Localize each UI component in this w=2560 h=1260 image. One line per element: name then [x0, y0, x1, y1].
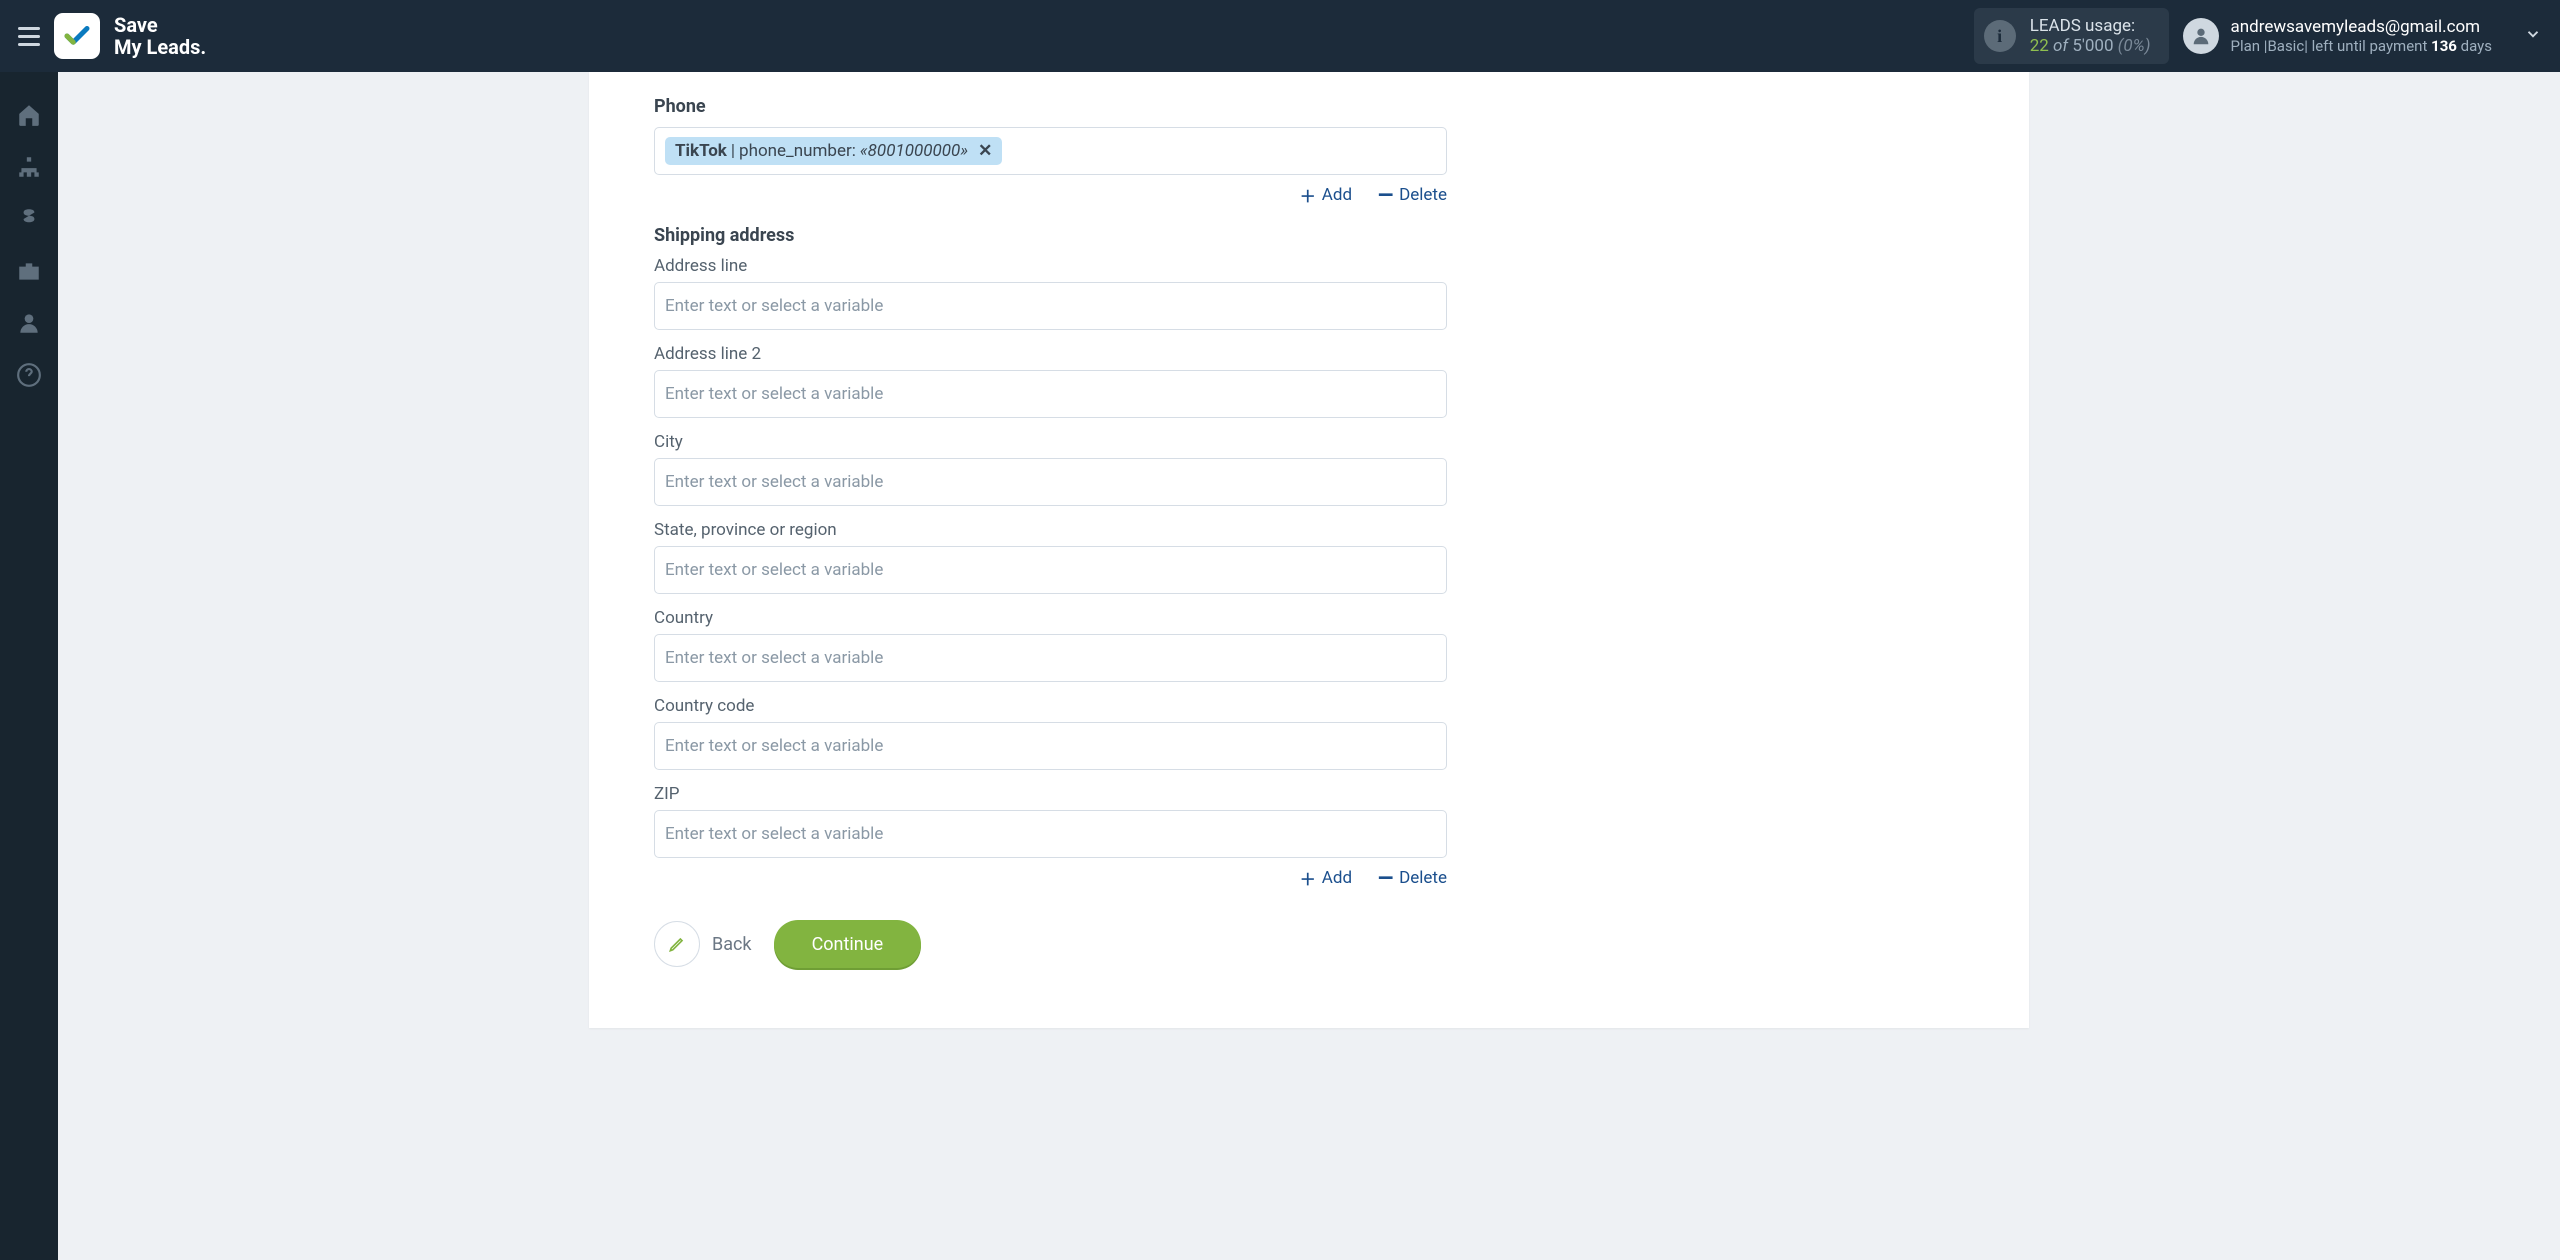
info-icon: i: [1984, 20, 2016, 52]
address-line-input[interactable]: Enter text or select a variable: [654, 282, 1447, 330]
zip-label: ZIP: [654, 784, 1964, 804]
chip-value: «8001000000»: [860, 141, 968, 161]
hamburger-menu-icon[interactable]: [18, 27, 40, 46]
brand-line2: My Leads.: [114, 36, 206, 58]
country-code-label: Country code: [654, 696, 1964, 716]
app-header: Save My Leads. i LEADS usage: 22 of 5'00…: [0, 0, 2560, 72]
delete-button[interactable]: —Delete: [1378, 183, 1447, 207]
brand-name: Save My Leads.: [114, 14, 206, 58]
leads-total: 5'000: [2072, 36, 2113, 56]
leads-of: of: [2053, 36, 2072, 56]
chip-remove-icon[interactable]: ✕: [978, 141, 992, 161]
plus-icon: ＋: [1300, 866, 1316, 890]
back-button[interactable]: Back: [654, 921, 752, 967]
avatar-icon: [2183, 18, 2219, 54]
continue-button[interactable]: Continue: [774, 920, 922, 968]
account-email: andrewsavemyleads@gmail.com: [2231, 17, 2493, 37]
help-icon[interactable]: [16, 362, 42, 388]
leads-label: LEADS usage:: [2030, 16, 2151, 36]
back-label: Back: [712, 934, 752, 955]
add-button[interactable]: ＋Add: [1300, 866, 1352, 890]
dollar-icon[interactable]: [16, 206, 42, 232]
form-card: Phone TikTok | phone_number: «8001000000…: [589, 72, 2029, 1028]
zip-input[interactable]: Enter text or select a variable: [654, 810, 1447, 858]
sitemap-icon[interactable]: [16, 154, 42, 180]
country-label: Country: [654, 608, 1964, 628]
home-icon[interactable]: [16, 102, 42, 128]
brand-line1: Save: [114, 14, 206, 36]
state-label: State, province or region: [654, 520, 1964, 540]
leads-usage-pill[interactable]: i LEADS usage: 22 of 5'000 (0%): [1974, 8, 2169, 64]
address-line2-input[interactable]: Enter text or select a variable: [654, 370, 1447, 418]
sidebar-nav: [0, 72, 58, 1260]
address-line-label: Address line: [654, 256, 1964, 276]
delete-button[interactable]: —Delete: [1378, 866, 1447, 890]
chevron-down-icon[interactable]: [2524, 25, 2542, 48]
leads-pct: (0%): [2118, 36, 2151, 56]
phone-variable-chip[interactable]: TikTok | phone_number: «8001000000» ✕: [665, 137, 1002, 165]
state-input[interactable]: Enter text or select a variable: [654, 546, 1447, 594]
add-button[interactable]: ＋Add: [1300, 183, 1352, 207]
shipping-header: Shipping address: [654, 225, 1964, 246]
account-menu[interactable]: andrewsavemyleads@gmail.com Plan |Basic|…: [2183, 17, 2543, 55]
country-input[interactable]: Enter text or select a variable: [654, 634, 1447, 682]
address-line2-label: Address line 2: [654, 344, 1964, 364]
chip-source: TikTok: [675, 141, 727, 161]
plus-icon: ＋: [1300, 183, 1316, 207]
country-code-input[interactable]: Enter text or select a variable: [654, 722, 1447, 770]
city-label: City: [654, 432, 1964, 452]
pencil-icon: [667, 934, 687, 954]
city-input[interactable]: Enter text or select a variable: [654, 458, 1447, 506]
briefcase-icon[interactable]: [16, 258, 42, 284]
phone-label: Phone: [654, 96, 1964, 117]
app-logo[interactable]: [54, 13, 100, 59]
user-icon[interactable]: [16, 310, 42, 336]
leads-count: 22: [2030, 36, 2049, 56]
phone-field[interactable]: TikTok | phone_number: «8001000000» ✕: [654, 127, 1447, 175]
chip-field: phone_number:: [739, 141, 856, 161]
account-plan: Plan |Basic| left until payment 136 days: [2231, 37, 2493, 55]
